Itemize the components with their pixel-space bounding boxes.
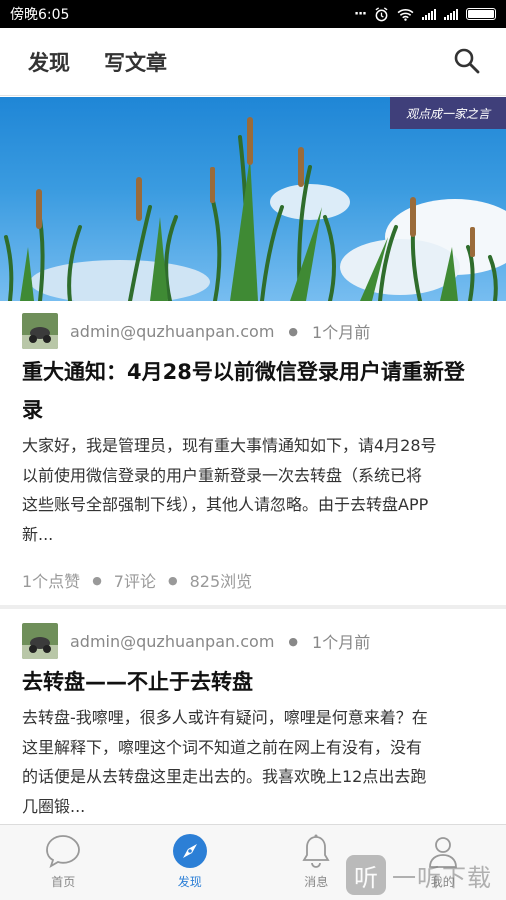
post-stats: 1个点赞 ● 7评论 ● 825浏览 [22, 557, 484, 603]
avatar[interactable] [22, 313, 58, 349]
chat-bubble-icon [46, 835, 81, 868]
tab-write-article[interactable]: 写文章 [104, 47, 167, 77]
post-author[interactable]: admin@quzhuanpan.com [70, 632, 274, 651]
watermark: 听 一听下载 [346, 850, 506, 900]
excerpt-line: 以前使用微信登录的用户重新登录一次去转盘（系统已将 [22, 465, 423, 485]
nav-label: 首页 [51, 875, 76, 889]
more-dots-icon: ··· [354, 6, 367, 22]
watermark-logo: 听 [346, 855, 386, 895]
banner-caption: 观点成一家之言 [390, 97, 506, 129]
excerpt-line: 这里解释下，嚓哩这个词不知道之前在网上有没有，没有 [22, 737, 423, 757]
comments-count[interactable]: 7评论 [114, 568, 156, 592]
post-time: 1个月前 [312, 633, 371, 652]
post-meta: admin@quzhuanpan.com ● 1个月前 [22, 623, 484, 659]
excerpt-line: 几圈锻... [22, 796, 86, 816]
compass-icon [172, 834, 207, 868]
feed-list: admin@quzhuanpan.com ● 1个月前 重大通知：4月28号以前… [0, 301, 506, 821]
meta-separator: ● [288, 324, 299, 338]
post-title-line: 录 [22, 398, 43, 422]
excerpt-line: 的话便是从去转盘这里走出去的。我喜欢晚上12点出去跑 [22, 767, 427, 786]
avatar[interactable] [22, 623, 58, 659]
post-author[interactable]: admin@quzhuanpan.com [70, 322, 274, 341]
post-title-line: 重大通知：4月28号以前微信登录用户请重新登 [22, 360, 465, 384]
status-bar: 傍晚6:05 ··· [0, 0, 506, 28]
stats-separator: ● [167, 573, 178, 587]
battery-icon [466, 8, 496, 20]
banner-image[interactable]: 观点成一家之言 [0, 97, 506, 301]
post-title[interactable]: 去转盘——不止于去转盘 [22, 663, 484, 701]
post-excerpt[interactable]: 去转盘-我嚓哩，很多人或许有疑问，嚓哩是何意来着？在 这里解释下，嚓哩这个词不知… [22, 703, 484, 821]
excerpt-line: 大家好，我是管理员，现有重大事情通知如下，请4月28号 [22, 436, 437, 455]
bell-icon [302, 834, 330, 868]
status-time: 傍晚6:05 [10, 7, 70, 23]
signal-icon [422, 8, 436, 20]
post-card[interactable]: admin@quzhuanpan.com ● 1个月前 重大通知：4月28号以前… [0, 301, 506, 603]
tab-discover[interactable]: 发现 [28, 47, 70, 77]
likes-count[interactable]: 1个点赞 [22, 568, 80, 592]
nav-discover[interactable]: 发现 [127, 825, 254, 900]
wifi-icon [397, 8, 414, 21]
post-meta: admin@quzhuanpan.com ● 1个月前 [22, 313, 484, 349]
watermark-text: 一听下载 [392, 863, 492, 892]
stats-separator: ● [92, 573, 102, 587]
nav-label: 消息 [304, 875, 329, 889]
post-time: 1个月前 [312, 323, 371, 342]
nav-home[interactable]: 首页 [0, 825, 127, 900]
signal-2-icon [444, 8, 458, 20]
status-icons: ··· [354, 7, 496, 22]
views-count: 825浏览 [189, 572, 253, 591]
excerpt-line: 去转盘-我嚓哩，很多人或许有疑问，嚓哩是何意来着？在 [22, 708, 428, 727]
meta-separator: ● [288, 634, 299, 648]
nav-label: 发现 [177, 875, 202, 889]
excerpt-line: 新... [22, 524, 54, 544]
alarm-icon [375, 6, 388, 21]
post-excerpt[interactable]: 大家好，我是管理员，现有重大事情通知如下，请4月28号 以前使用微信登录的用户重… [22, 431, 484, 549]
post-card[interactable]: admin@quzhuanpan.com ● 1个月前 去转盘——不止于去转盘 … [0, 609, 506, 821]
app-header: 发现 写文章 [0, 28, 506, 96]
excerpt-line: 这些账号全部强制下线），其他人请忽略。由于去转盘APP [22, 495, 429, 514]
search-icon[interactable] [452, 46, 482, 76]
post-title[interactable]: 重大通知：4月28号以前微信登录用户请重新登 录 [22, 353, 484, 429]
post-title-line: 去转盘——不止于去转盘 [22, 670, 253, 694]
